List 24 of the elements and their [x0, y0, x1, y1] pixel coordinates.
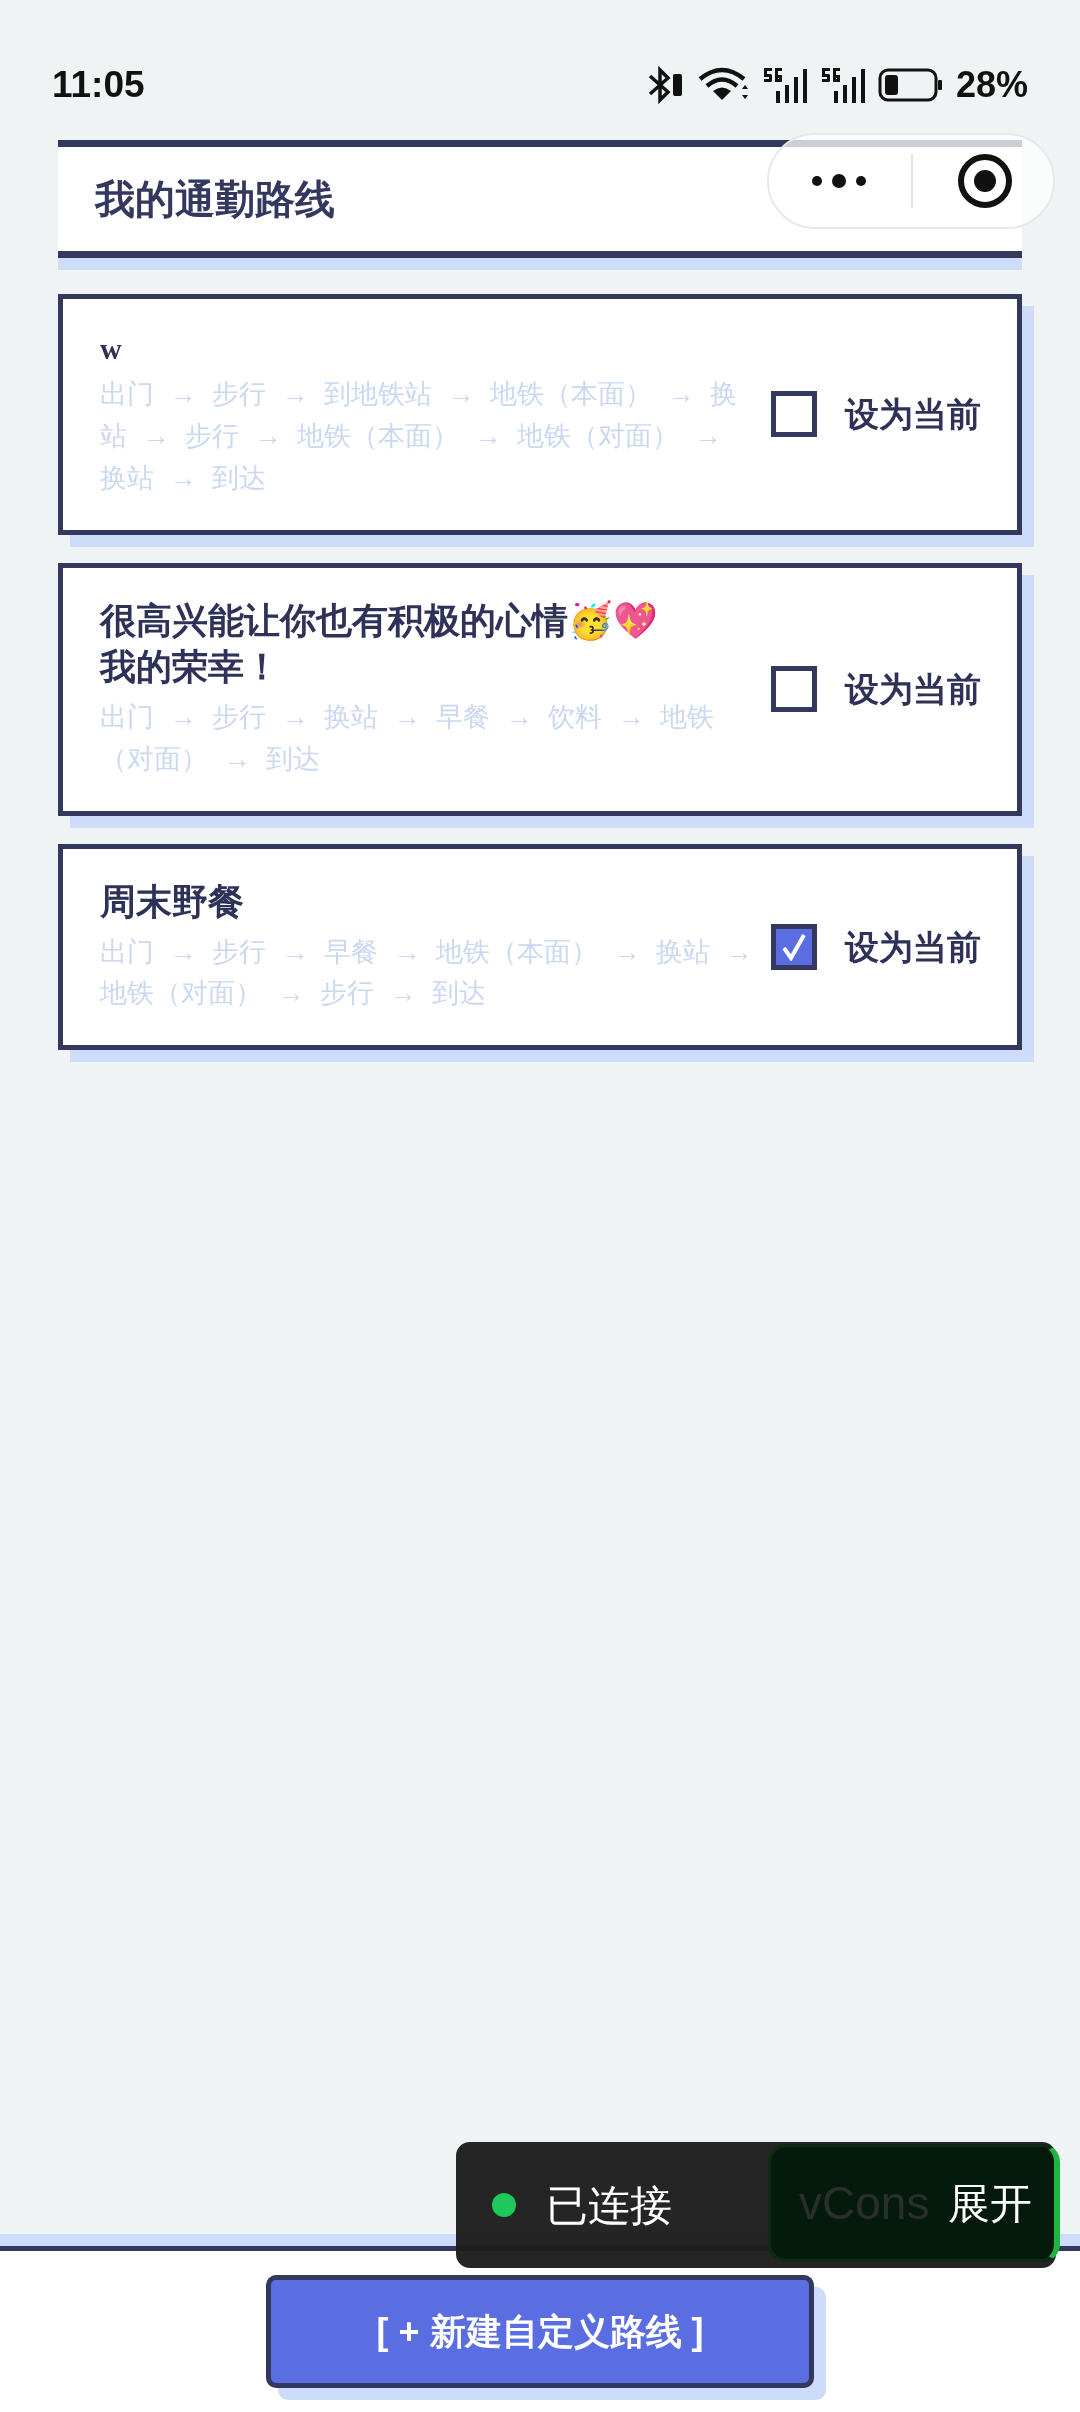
checkbox[interactable] — [771, 666, 817, 713]
check-icon — [781, 933, 807, 962]
set-current-toggle[interactable]: 设为当前 — [771, 663, 981, 715]
set-current-toggle[interactable]: 设为当前 — [771, 388, 981, 440]
expand-label: 展开 — [948, 2178, 1032, 2229]
toggle-label: 设为当前 — [845, 926, 981, 968]
connection-status: 已连接 — [546, 2180, 672, 2231]
checkbox[interactable] — [771, 924, 817, 971]
route-title: 很高兴能让你也有积极的心情🥳💖 我的荣幸！ — [100, 598, 659, 690]
route-title: w — [100, 331, 123, 367]
checkbox[interactable] — [771, 391, 817, 438]
wifi-icon — [697, 67, 750, 103]
page-title: 我的通勤路线 — [95, 176, 335, 223]
signal-icon — [761, 65, 808, 105]
battery-percent: 28% — [955, 63, 1028, 107]
signal-icon — [819, 65, 866, 105]
more-icon[interactable] — [809, 171, 869, 191]
set-current-toggle[interactable]: 设为当前 — [771, 921, 981, 973]
close-target-icon[interactable] — [957, 153, 1013, 209]
toggle-label: 设为当前 — [845, 668, 981, 710]
status-time: 11:05 — [52, 63, 145, 108]
battery-icon — [877, 68, 944, 102]
route-title: 周末野餐 — [100, 879, 245, 924]
toggle-label: 设为当前 — [845, 393, 981, 435]
